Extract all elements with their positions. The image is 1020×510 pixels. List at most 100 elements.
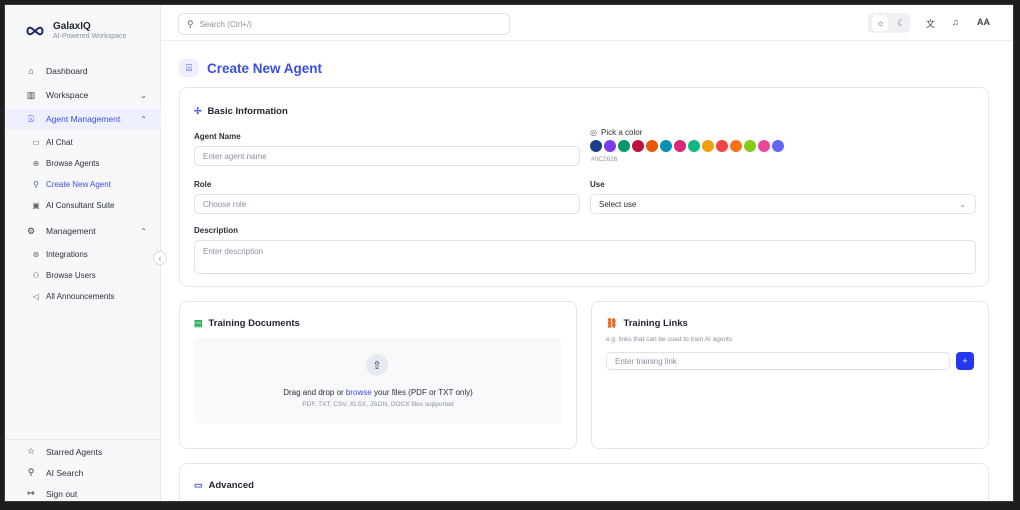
color-swatch[interactable] (674, 140, 686, 152)
brand-name: GalaxIQ (53, 21, 91, 32)
topbar: ⚲ Search (Ctrl+/) ☼ ☾ 文 ♫ AA (162, 5, 1013, 41)
collapse-sidebar-button[interactable]: ‹ (153, 251, 167, 265)
sidebar-item-workspace[interactable]: ▥ Workspace ⌄ (5, 85, 161, 105)
description-placeholder: Enter description (203, 247, 264, 256)
sidebar-item-create-new-agent[interactable]: ⚲ Create New Agent (5, 175, 161, 194)
sidebar-item-agent-management[interactable]: ⍓ Agent Management ⌃ (5, 109, 161, 129)
sidebar-item-dashboard[interactable]: ⌂ Dashboard (5, 61, 161, 81)
color-swatch[interactable] (590, 140, 602, 152)
sun-icon[interactable]: ☼ (872, 15, 889, 31)
browse-link[interactable]: browse (346, 388, 372, 397)
color-swatch[interactable] (716, 140, 728, 152)
sidebar-item-label: Sign out (46, 488, 78, 499)
briefcase-icon: ▣ (32, 201, 40, 210)
color-swatch[interactable] (604, 140, 616, 152)
building-icon: ▥ (26, 89, 36, 100)
role-placeholder: Choose role (203, 199, 247, 209)
moon-icon[interactable]: ☾ (897, 18, 905, 29)
sidebar-item-starred-agents[interactable]: ☆ Starred Agents (5, 442, 161, 461)
chat-icon: ▭ (194, 480, 203, 490)
role-select[interactable]: Choose role (194, 194, 580, 214)
text-size-button[interactable]: AA (977, 17, 990, 27)
sidebar-item-label: Management (46, 226, 96, 236)
color-swatch[interactable] (646, 140, 658, 152)
color-swatch[interactable] (702, 140, 714, 152)
brand[interactable]: GalaxIQ AI-Powered Workspace (25, 21, 126, 40)
use-label: Use (590, 180, 605, 189)
training-links-card: ⛓ Training Links e.g. links that can be … (591, 301, 989, 449)
sidebar: GalaxIQ AI-Powered Workspace ⌂ Dashboard… (5, 5, 161, 501)
chevron-down-icon: ⌄ (140, 90, 147, 100)
dropzone-suffix: your files (PDF or TXT only) (371, 388, 473, 397)
add-link-button[interactable]: + (956, 352, 974, 370)
user-plus-icon: ⚲ (33, 180, 39, 189)
integrations-icon: ⊛ (32, 250, 40, 259)
file-dropzone[interactable]: ⇧ Drag and drop or browse your files (PD… (194, 338, 562, 424)
translate-icon[interactable]: 文 (926, 17, 935, 30)
use-select[interactable]: Select use ⌄ (590, 194, 976, 214)
agent-name-label: Agent Name (194, 132, 241, 141)
theme-toggle[interactable]: ☼ ☾ (868, 13, 910, 33)
color-swatch[interactable] (758, 140, 770, 152)
sidebar-item-label: Browse Users (46, 271, 96, 280)
color-swatch[interactable] (618, 140, 630, 152)
document-icon: ▤ (194, 318, 203, 328)
pick-color-text: Pick a color (600, 128, 643, 137)
globe-icon: ⊕ (32, 159, 40, 168)
sidebar-item-label: Dashboard (46, 66, 88, 76)
bot-icon: ⍓ (179, 59, 199, 77)
sidebar-item-ai-chat[interactable]: ▭ AI Chat (5, 133, 161, 152)
description-textarea[interactable]: Enter description (194, 240, 976, 274)
sidebar-footer: ☆ Starred Agents ⚲ AI Search ↦ Sign out (5, 439, 161, 501)
training-documents-card: ▤ Training Documents ⇧ Drag and drop or … (179, 301, 577, 449)
color-swatch[interactable] (744, 140, 756, 152)
training-link-input[interactable]: Enter training link (606, 352, 950, 370)
sidebar-item-label: Agent Management (46, 114, 121, 124)
chat-icon: ▭ (32, 138, 40, 147)
star-icon: ☆ (26, 446, 36, 456)
color-swatch[interactable] (632, 140, 644, 152)
sign-out-icon: ↦ (27, 488, 35, 498)
sidebar-item-browse-users[interactable]: ⚇ Browse Users (5, 266, 161, 285)
settings-gear-icon: ⚙ (26, 225, 36, 236)
advanced-card: ▭ Advanced (179, 463, 989, 501)
sidebar-item-management[interactable]: ⚙ Management ⌃ (5, 221, 161, 241)
sidebar-item-label: Create New Agent (46, 180, 111, 189)
search-input[interactable]: ⚲ Search (Ctrl+/) (178, 13, 510, 35)
dropzone-text: Drag and drop or browse your files (PDF … (194, 388, 562, 397)
agent-name-input[interactable]: Enter agent name (194, 146, 580, 166)
sidebar-item-label: AI Consultant Suite (46, 201, 115, 210)
section-title: ▭ Advanced (194, 480, 254, 491)
training-links-hint: e.g. links that can be used to train AI … (606, 336, 733, 343)
sidebar-item-label: Browse Agents (46, 159, 100, 168)
section-title-text: Training Documents (208, 318, 300, 329)
section-title: ▤ Training Documents (194, 318, 300, 329)
dropzone-prefix: Drag and drop or (283, 388, 346, 397)
pick-color-label: ◎ Pick a color (590, 128, 642, 137)
basic-information-card: ✢ Basic Information Agent Name Enter age… (179, 87, 989, 287)
color-swatch[interactable] (660, 140, 672, 152)
training-link-placeholder: Enter training link (615, 356, 677, 366)
search-placeholder: Search (Ctrl+/) (199, 19, 252, 29)
sidebar-item-label: Starred Agents (46, 446, 103, 457)
color-swatch[interactable] (772, 140, 784, 152)
bell-icon[interactable]: ♫ (952, 17, 959, 27)
chevron-down-icon: ⌄ (959, 199, 966, 209)
page-title: Create New Agent (207, 60, 323, 76)
sidebar-item-integrations[interactable]: ⊛ Integrations (5, 245, 161, 264)
infinity-logo-icon (26, 26, 44, 35)
sidebar-item-ai-search[interactable]: ⚲ AI Search (5, 463, 161, 482)
home-icon: ⌂ (28, 66, 34, 76)
sidebar-item-sign-out[interactable]: ↦ Sign out (5, 484, 161, 501)
sidebar-item-browse-agents[interactable]: ⊕ Browse Agents (5, 154, 161, 173)
app-window: GalaxIQ AI-Powered Workspace ⌂ Dashboard… (4, 4, 1014, 502)
section-title-text: Training Links (623, 318, 688, 329)
color-swatch[interactable] (730, 140, 742, 152)
brand-tagline: AI-Powered Workspace (53, 33, 127, 40)
sidebar-item-ai-consultant-suite[interactable]: ▣ AI Consultant Suite (5, 196, 161, 215)
sidebar-item-label: Workspace (46, 90, 89, 100)
color-swatch[interactable] (688, 140, 700, 152)
palette-icon: ◎ (590, 128, 597, 137)
sidebar-nav: ⌂ Dashboard ▥ Workspace ⌄ ⍓ Agent Manage… (5, 61, 161, 308)
sidebar-item-all-announcements[interactable]: ◁ All Announcements (5, 287, 161, 306)
